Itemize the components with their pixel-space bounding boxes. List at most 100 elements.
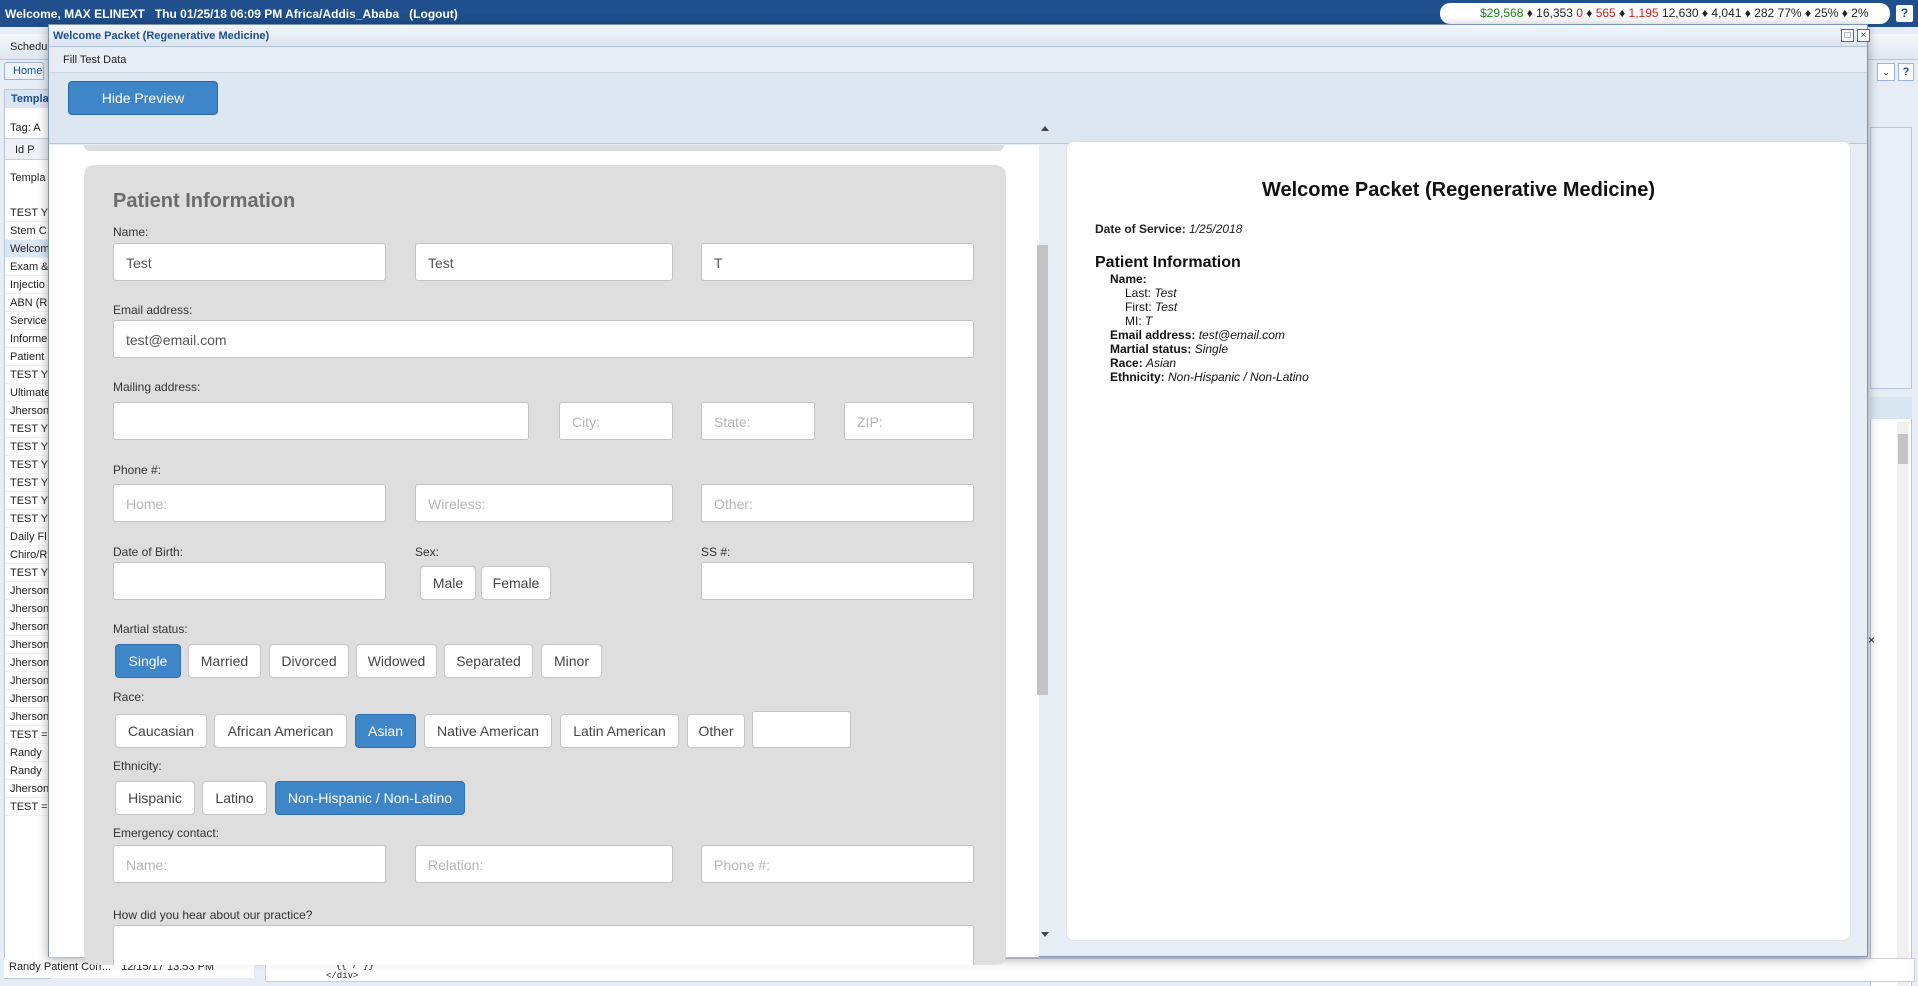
race-option-latin-american[interactable]: Latin American	[560, 714, 679, 748]
list-item[interactable]: Service	[5, 312, 51, 330]
ethnicity-option-non-hispanic[interactable]: Non-Hispanic / Non-Latino	[275, 781, 465, 815]
menu-schedule[interactable]: Schedu	[10, 41, 47, 53]
race-option-native-american[interactable]: Native American	[424, 714, 552, 748]
help-icon[interactable]: ?	[1898, 63, 1914, 81]
list-item[interactable]: Stem C	[5, 222, 51, 240]
list-item[interactable]: TEST =	[5, 798, 51, 816]
race-option-other[interactable]: Other	[687, 714, 745, 748]
list-item[interactable]: TEST Y	[5, 492, 51, 510]
code-line: </div>	[326, 971, 359, 981]
emergency-relation-input[interactable]: Relation:	[415, 845, 673, 883]
preview-ethnicity-label: Ethnicity:	[1110, 370, 1165, 384]
list-item[interactable]: ABN (R	[5, 294, 51, 312]
zip-input[interactable]: ZIP:	[844, 402, 974, 440]
templates-column-header[interactable]: Id P	[5, 138, 51, 160]
list-item[interactable]: Daily Fl	[5, 528, 51, 546]
chevron-down-icon[interactable]: ⌄	[1877, 63, 1895, 81]
list-item[interactable]: Jherson	[5, 636, 51, 654]
list-item[interactable]: Jherson	[5, 654, 51, 672]
other-phone-input[interactable]: Other:	[701, 484, 974, 522]
ethnicity-option-hispanic[interactable]: Hispanic	[115, 781, 195, 815]
marital-option-separated[interactable]: Separated	[444, 644, 533, 678]
sex-option-male[interactable]: Male	[420, 566, 476, 600]
list-item[interactable]: Jherson	[5, 618, 51, 636]
sex-option-female[interactable]: Female	[481, 566, 551, 600]
list-item[interactable]: Injectio	[5, 276, 51, 294]
hide-preview-button[interactable]: Hide Preview	[68, 81, 218, 115]
preview-marital-label: Martial status:	[1110, 342, 1192, 356]
dob-input[interactable]	[113, 562, 386, 600]
preview-last-label: Last:	[1125, 286, 1152, 300]
emergency-phone-input[interactable]: Phone #:	[701, 845, 974, 883]
list-item[interactable]: TEST Y	[5, 564, 51, 582]
scrollbar-thumb[interactable]	[1898, 434, 1908, 464]
list-item[interactable]: Ultimate	[5, 384, 51, 402]
home-phone-input[interactable]: Home:	[113, 484, 386, 522]
ethnicity-option-latino[interactable]: Latino	[202, 781, 267, 815]
dialog-title-bar[interactable]: Welcome Packet (Regenerative Medicine) □…	[49, 25, 1870, 47]
list-item[interactable]: Exam &	[5, 258, 51, 276]
list-item[interactable]: Jherson	[5, 672, 51, 690]
marital-option-divorced[interactable]: Divorced	[269, 644, 349, 678]
top-bar: Welcome, MAX ELINEXT Thu 01/25/18 06:09 …	[0, 0, 1918, 27]
form-scrollbar[interactable]	[1036, 125, 1049, 945]
middle-initial-input[interactable]: T	[701, 243, 974, 281]
marital-option-married[interactable]: Married	[188, 644, 261, 678]
list-item[interactable]: Randy	[5, 744, 51, 762]
first-name-input[interactable]: Test	[415, 243, 673, 281]
list-item[interactable]: Welcom	[5, 240, 51, 258]
list-item[interactable]: Patient	[5, 348, 51, 366]
list-item[interactable]: Jherson	[5, 708, 51, 726]
marital-option-widowed[interactable]: Widowed	[356, 644, 437, 678]
list-item[interactable]: Jherson	[5, 402, 51, 420]
list-item[interactable]: TEST Y	[5, 438, 51, 456]
right-panel-scrollbar[interactable]	[1897, 422, 1909, 986]
city-input[interactable]: City:	[559, 402, 673, 440]
marital-option-single[interactable]: Single	[115, 644, 181, 678]
close-icon[interactable]: ×	[1868, 633, 1875, 647]
logout-link[interactable]: (Logout)	[409, 7, 458, 21]
list-item[interactable]: Informe	[5, 330, 51, 348]
list-item[interactable]: Jherson	[5, 582, 51, 600]
preview-marital-value: Single	[1194, 342, 1229, 356]
preview-race-label: Race:	[1110, 356, 1143, 370]
list-item[interactable]: TEST Y	[5, 204, 51, 222]
list-item[interactable]: TEST Y	[5, 420, 51, 438]
emergency-name-input[interactable]: Name:	[113, 845, 386, 883]
list-item[interactable]: TEST Y	[5, 510, 51, 528]
race-option-asian[interactable]: Asian	[355, 714, 416, 748]
preview-dos-label: Date of Service:	[1095, 222, 1186, 236]
stat-sep: ♦	[1582, 6, 1596, 20]
tag-filter[interactable]: Tag: A	[10, 122, 41, 134]
referral-textarea[interactable]	[113, 925, 974, 965]
mailing-address-input[interactable]	[113, 402, 529, 440]
list-item[interactable]: TEST =	[5, 726, 51, 744]
help-icon[interactable]: ?	[1896, 5, 1913, 22]
marital-option-minor[interactable]: Minor	[541, 644, 602, 678]
list-item[interactable]: TEST Y	[5, 366, 51, 384]
last-name-input[interactable]: Test	[113, 243, 386, 281]
tab-home[interactable]: Home	[4, 62, 44, 80]
list-item[interactable]: TEST Y	[5, 456, 51, 474]
email-input[interactable]: test@email.com	[113, 320, 974, 358]
list-item[interactable]: TEST Y	[5, 474, 51, 492]
preview-date-of-service: Date of Service: 1/25/2018	[1095, 222, 1242, 236]
race-option-caucasian[interactable]: Caucasian	[115, 714, 207, 748]
close-icon[interactable]: ×	[1857, 29, 1870, 42]
name-label: Name:	[113, 225, 149, 239]
list-item[interactable]: Chiro/R	[5, 546, 51, 564]
tag-value[interactable]: A	[33, 122, 40, 134]
maximize-icon[interactable]: □	[1841, 29, 1854, 42]
list-item[interactable]: Randy	[5, 762, 51, 780]
race-other-input[interactable]	[752, 711, 851, 748]
list-item[interactable]: Jherson	[5, 600, 51, 618]
list-item[interactable]: Jherson	[5, 690, 51, 708]
ss-input[interactable]	[701, 562, 974, 600]
race-option-african-american[interactable]: African American	[214, 714, 347, 748]
form-scrollbar-thumb[interactable]	[1037, 245, 1048, 695]
wireless-phone-input[interactable]: Wireless:	[415, 484, 673, 522]
fill-test-data-button[interactable]: Fill Test Data	[63, 54, 126, 66]
scroll-down-icon[interactable]	[1041, 932, 1049, 937]
list-item[interactable]: Jherson	[5, 780, 51, 798]
state-input[interactable]: State:	[701, 402, 815, 440]
